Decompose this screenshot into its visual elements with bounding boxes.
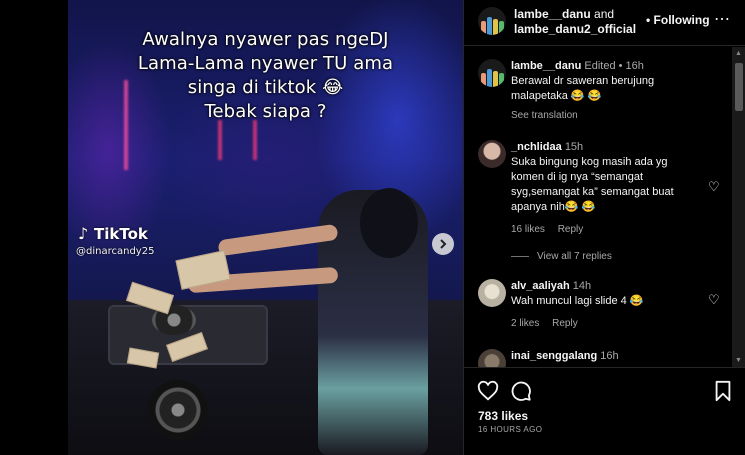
avatar[interactable]: [478, 59, 506, 87]
following-button[interactable]: Following: [654, 13, 710, 27]
like-count[interactable]: 783 likes: [478, 409, 528, 423]
and-text: and: [590, 7, 615, 21]
comment-meta: Edited • 16h: [584, 60, 644, 72]
comments-list[interactable]: lambe__danu Edited • 16h Berawal dr sawe…: [464, 47, 732, 367]
comment-meta: 16h: [600, 350, 619, 362]
comment-username[interactable]: inai_senggalang: [511, 350, 597, 362]
collab-avatar[interactable]: [478, 7, 506, 35]
tiktok-handle: @dinarcandy25: [76, 246, 155, 257]
post-media[interactable]: Awalnya nyawer pas ngeDJ Lama-Lama nyawe…: [68, 0, 463, 455]
avatar[interactable]: [478, 279, 506, 307]
tiktok-logo-icon: ♪: [78, 224, 89, 243]
like-comment-icon[interactable]: ♡: [708, 292, 720, 308]
collab-usernames: lambe__danu and lambe_danu2_official: [514, 7, 636, 37]
tiktok-watermark: ♪ TikTok: [78, 224, 148, 243]
comment-text: Wah muncul lagi slide 4 😂: [511, 295, 644, 307]
comment-likes[interactable]: 2 likes: [511, 318, 539, 329]
tiktok-brand: TikTok: [94, 225, 148, 243]
comment-username[interactable]: _nchlidaa: [511, 141, 562, 153]
comment-meta: 15h: [564, 141, 584, 153]
comment-username[interactable]: lambe__danu: [511, 60, 581, 72]
scrollbar-thumb[interactable]: [735, 63, 743, 111]
username-link[interactable]: lambe__danu: [514, 7, 591, 21]
caption-line: singa di tiktok 😂: [187, 77, 344, 98]
bookmark-icon[interactable]: [712, 380, 734, 402]
comment-icon[interactable]: [510, 380, 532, 402]
caption-line: Awalnya nyawer pas ngeDJ: [142, 29, 389, 50]
video-caption: Awalnya nyawer pas ngeDJ Lama-Lama nyawe…: [68, 28, 463, 124]
dj-turntable: [148, 380, 208, 440]
comment-text: Berawal dr saweran berujung malapetaka 😂…: [511, 75, 655, 102]
heart-icon[interactable]: [477, 380, 499, 402]
post-actions: 783 likes 16 HOURS AGO: [464, 367, 745, 455]
stage-light: [253, 120, 257, 160]
more-options-icon[interactable]: ⋯: [714, 9, 731, 29]
scroll-down-icon[interactable]: ▼: [735, 357, 742, 364]
view-replies-button[interactable]: View all 7 replies: [511, 251, 612, 262]
dj-head: [360, 188, 418, 258]
stage-light: [218, 120, 222, 160]
scroll-up-icon[interactable]: ▲: [735, 50, 742, 57]
reply-button[interactable]: Reply: [552, 318, 578, 329]
comment-username[interactable]: alv_aaliyah: [511, 280, 570, 292]
comment-text: Suka bingung kog masih ada yg komen di i…: [511, 156, 674, 213]
post-timestamp[interactable]: 16 HOURS AGO: [478, 425, 542, 434]
post-sidebar: lambe__danu and lambe_danu2_official • F…: [463, 0, 745, 455]
follow-status[interactable]: • Following: [646, 13, 710, 27]
reply-button[interactable]: Reply: [558, 224, 584, 235]
like-comment-icon[interactable]: ♡: [708, 179, 720, 195]
username-link[interactable]: lambe_danu2_official: [514, 22, 636, 36]
next-slide-button[interactable]: [432, 233, 454, 255]
avatar[interactable]: [478, 349, 506, 367]
comments-scrollbar[interactable]: ▲ ▼: [732, 47, 745, 367]
chevron-right-icon: [440, 239, 447, 249]
caption-line: Lama-Lama nyawer TU ama: [137, 53, 394, 74]
separator-dot: •: [646, 13, 651, 27]
avatar[interactable]: [478, 140, 506, 168]
comment-likes[interactable]: 16 likes: [511, 224, 545, 235]
comment-meta: 14h: [572, 280, 592, 292]
see-translation-link[interactable]: See translation: [511, 108, 701, 123]
left-gutter: [0, 0, 68, 455]
caption-line: Tebak siapa ?: [204, 101, 327, 122]
post-header: lambe__danu and lambe_danu2_official • F…: [464, 0, 745, 46]
